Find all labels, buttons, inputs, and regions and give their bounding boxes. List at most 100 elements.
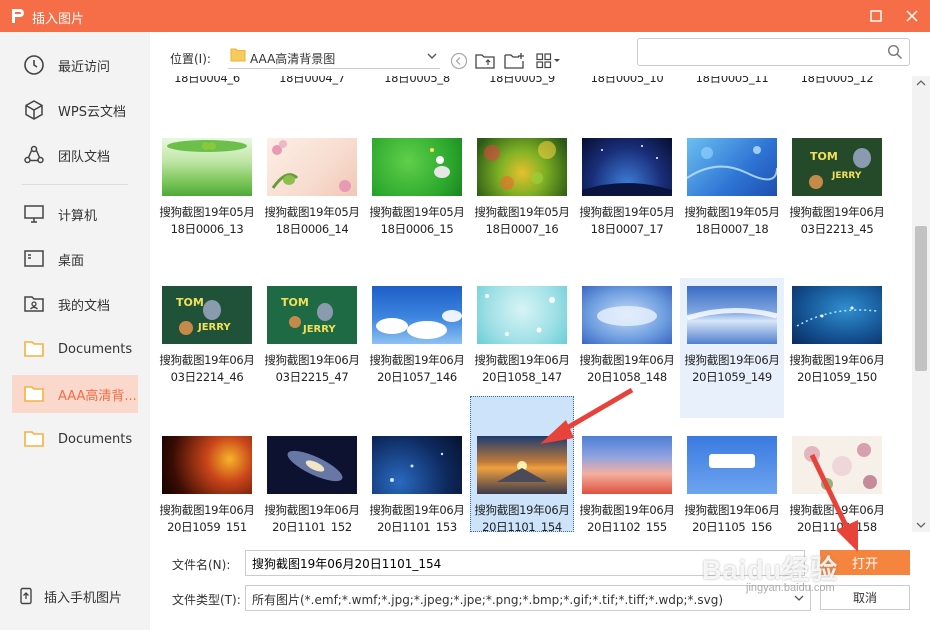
view-mode-button[interactable] bbox=[535, 51, 563, 71]
thumbnail-caption: 搜狗截图19年06月 20日1059_149 bbox=[684, 353, 780, 384]
thumbnail-caption: 搜狗截图19年05月 18日0007_18 bbox=[684, 205, 780, 236]
scroll-up-button[interactable] bbox=[912, 76, 930, 90]
thumbnail-image bbox=[372, 286, 462, 344]
thumbnail-image: TOM JERRY bbox=[792, 138, 882, 196]
thumbnail-grid: 18日0004_6 18日0004_7 18日0005_8 18日0005_9 … bbox=[150, 76, 912, 532]
maximize-button[interactable] bbox=[864, 5, 888, 27]
thumbnail-caption: 搜狗截图19年06月 20日1058_148 bbox=[579, 353, 675, 384]
image-thumbnail[interactable]: 搜狗截图19年05月 18日0006_15 bbox=[365, 130, 469, 270]
thumbnail-image bbox=[477, 286, 567, 344]
thumbnail-caption: 搜狗截图19年06月 20日1057_146 bbox=[369, 353, 465, 384]
close-button[interactable] bbox=[900, 5, 924, 27]
thumbnail-caption: 搜狗截图19年05月 18日0007_16 bbox=[474, 205, 570, 236]
wps-logo-icon bbox=[12, 9, 24, 23]
sidebar-item-label: 团队文档 bbox=[58, 149, 111, 165]
cube-icon bbox=[22, 98, 46, 122]
new-folder-button[interactable] bbox=[503, 51, 525, 71]
scrollbar-thumb[interactable] bbox=[915, 226, 927, 371]
svg-text:JERRY: JERRY bbox=[197, 322, 231, 333]
folder-up-icon bbox=[475, 54, 495, 69]
up-folder-button[interactable] bbox=[474, 51, 496, 71]
image-thumbnail[interactable]: TOM JERRY 搜狗截图19年06月 03日2214_46 bbox=[155, 278, 259, 418]
image-thumbnail[interactable]: 搜狗截图19年06月 20日1057_146 bbox=[365, 278, 469, 418]
location-value: AAA高清背景图 bbox=[250, 52, 336, 66]
image-thumbnail[interactable]: 搜狗截图19年06月 20日1059_151 bbox=[155, 428, 259, 532]
image-thumbnail[interactable]: 搜狗截图19年06月 20日1059_149 bbox=[680, 278, 784, 418]
thumbnail-image bbox=[582, 286, 672, 344]
grid-view-icon bbox=[536, 53, 560, 69]
maximize-icon bbox=[870, 10, 882, 22]
vertical-scrollbar[interactable] bbox=[912, 76, 930, 532]
thumbnail-image bbox=[477, 436, 567, 494]
file-form: 文件名(N): 打开 文件类型(T): 所有图片(*.emf;*.wmf;*.j… bbox=[150, 532, 930, 630]
back-button[interactable] bbox=[448, 51, 470, 71]
chevron-down-icon bbox=[427, 53, 437, 59]
image-thumbnail[interactable]: TOM JERRY 搜狗截图19年06月 03日2215_47 bbox=[260, 278, 364, 418]
folder-icon bbox=[22, 337, 46, 361]
sidebar-item-aaa-folder[interactable]: AAA高清背... bbox=[12, 375, 138, 413]
thumbnail-caption: 搜狗截图19年06月 03日2215_47 bbox=[264, 353, 360, 384]
image-thumbnail[interactable]: 搜狗截图19年06月 20日1109_158 bbox=[785, 428, 889, 532]
team-icon bbox=[22, 143, 46, 167]
thumbnail-image bbox=[162, 436, 252, 494]
desktop-icon bbox=[22, 247, 46, 271]
thumbnail-caption: 搜狗截图19年06月 20日1102_155 bbox=[579, 503, 675, 532]
filetype-select[interactable]: 所有图片(*.emf;*.wmf;*.jpg;*.jpeg;*.jpe;*.pn… bbox=[245, 585, 811, 611]
thumbnail-image bbox=[687, 436, 777, 494]
thumbnail-caption: 搜狗截图19年06月 20日1059_151 bbox=[159, 503, 255, 532]
image-thumbnail[interactable]: 搜狗截图19年06月 20日1059_150 bbox=[785, 278, 889, 418]
image-thumbnail[interactable]: 搜狗截图19年05月 18日0006_14 bbox=[260, 130, 364, 270]
thumbnail-caption: 搜狗截图19年06月 20日1058_147 bbox=[474, 353, 570, 384]
image-thumbnail[interactable]: 搜狗截图19年06月 20日1101_153 bbox=[365, 428, 469, 532]
monitor-icon bbox=[22, 202, 46, 226]
open-button[interactable]: 打开 bbox=[820, 550, 910, 575]
location-dropdown[interactable]: AAA高清背景图 bbox=[228, 45, 440, 69]
sidebar-item-recent[interactable]: 最近访问 bbox=[12, 46, 138, 84]
image-thumbnail[interactable]: 搜狗截图19年05月 18日0006_13 bbox=[155, 130, 259, 270]
thumbnail-image bbox=[792, 436, 882, 494]
image-thumbnail[interactable]: 搜狗截图19年06月 20日1105_156 bbox=[680, 428, 784, 532]
image-thumbnail[interactable]: 搜狗截图19年05月 18日0007_18 bbox=[680, 130, 784, 270]
sidebar-item-computer[interactable]: 计算机 bbox=[12, 195, 138, 233]
image-thumbnail[interactable]: 搜狗截图19年06月 20日1101_152 bbox=[260, 428, 364, 532]
image-thumbnail[interactable]: 搜狗截图19年06月 20日1058_148 bbox=[575, 278, 679, 418]
svg-text:TOM: TOM bbox=[810, 150, 838, 163]
thumbnail-caption: 搜狗截图19年06月 03日2214_46 bbox=[159, 353, 255, 384]
thumbnail-image bbox=[267, 436, 357, 494]
image-thumbnail-selected[interactable]: 搜狗截图19年06月 20日1101_154 bbox=[470, 396, 574, 532]
sidebar-item-label: Documents bbox=[58, 341, 133, 357]
image-thumbnail[interactable]: 搜狗截图19年05月 18日0007_16 bbox=[470, 130, 574, 270]
sidebar-item-team-docs[interactable]: 团队文档 bbox=[12, 136, 138, 174]
sidebar-item-wps-cloud[interactable]: WPS云文档 bbox=[12, 91, 138, 129]
sidebar-item-my-documents[interactable]: 我的文档 bbox=[12, 285, 138, 323]
image-thumbnail[interactable]: 搜狗截图19年06月 20日1102_155 bbox=[575, 428, 679, 532]
thumbnail-caption: 搜狗截图19年06月 03日2213_45 bbox=[789, 205, 885, 236]
cancel-button[interactable]: 取消 bbox=[820, 585, 910, 610]
filename-input[interactable] bbox=[245, 550, 805, 576]
partial-row: 18日0004_6 18日0004_7 18日0005_8 18日0005_9 … bbox=[150, 76, 912, 86]
thumbnail-caption: 18日0005_10 bbox=[590, 76, 664, 85]
location-toolbar: 位置(I): AAA高清背景图 bbox=[150, 32, 930, 76]
thumbnail-image: TOM JERRY bbox=[267, 286, 357, 344]
sidebar-item-documents[interactable]: Documents bbox=[12, 330, 138, 368]
thumbnail-caption: 18日0005_9 bbox=[489, 76, 555, 85]
sidebar-item-desktop[interactable]: 桌面 bbox=[12, 240, 138, 278]
thumbnail-caption: 搜狗截图19年06月 20日1105_156 bbox=[684, 503, 780, 532]
insert-mobile-image-button[interactable]: 插入手机图片 bbox=[12, 582, 142, 610]
thumbnail-caption: 18日0004_7 bbox=[279, 76, 345, 85]
folder-icon bbox=[22, 427, 46, 451]
folder-icon bbox=[230, 48, 246, 62]
image-thumbnail[interactable]: TOM JERRY 搜狗截图19年06月 03日2213_45 bbox=[785, 130, 889, 270]
sidebar-item-documents-2[interactable]: Documents bbox=[12, 420, 138, 458]
scroll-down-button[interactable] bbox=[912, 518, 930, 532]
search-icon[interactable] bbox=[887, 44, 903, 60]
back-arrow-icon bbox=[450, 52, 468, 70]
image-thumbnail[interactable]: 搜狗截图19年05月 18日0007_17 bbox=[575, 130, 679, 270]
thumbnail-image bbox=[687, 286, 777, 344]
search-input[interactable] bbox=[644, 43, 874, 61]
thumbnail-caption: 搜狗截图19年05月 18日0006_14 bbox=[264, 205, 360, 236]
sidebar-item-label: WPS云文档 bbox=[58, 104, 126, 120]
search-box[interactable] bbox=[637, 38, 910, 66]
insert-mobile-image-label: 插入手机图片 bbox=[44, 590, 123, 606]
svg-text:TOM: TOM bbox=[281, 296, 309, 309]
